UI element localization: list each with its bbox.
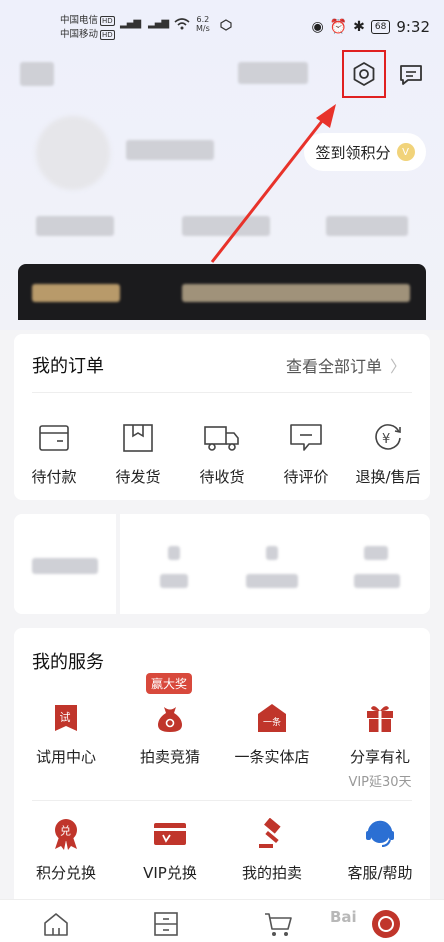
status-bar: 中国电信 HD 中国移动 HD ▂▄▆ ▂▄▆ 6.2 M/s ◉ ⏰ ✱ 68 9:… (0, 0, 444, 48)
tab-cart[interactable] (262, 908, 294, 940)
gavel-icon (252, 814, 292, 854)
message-button[interactable] (396, 60, 426, 90)
home-icon (44, 913, 68, 936)
sign-in-label: 签到领积分 (315, 143, 391, 162)
auction-bag-icon (150, 698, 190, 738)
service-customer-help[interactable]: 客服/帮助 (330, 814, 430, 883)
username (126, 140, 214, 160)
signal-icon: ▂▄▆ (148, 18, 169, 29)
asset-value (266, 546, 278, 560)
gear-icon (353, 62, 375, 86)
divider (32, 392, 412, 393)
cart-icon (265, 913, 292, 936)
alarm-icon: ⏰ (329, 19, 348, 35)
service-physical-store[interactable]: 一条 一条实体店 (222, 698, 322, 767)
store-icon: 一条 (252, 698, 292, 738)
clock: 9:32 (396, 18, 430, 36)
asset-value (364, 546, 388, 560)
status-icons: ◉ ⏰ ✱ 68 9:32 (311, 18, 430, 36)
wifi-icon (174, 18, 190, 30)
service-share-gift[interactable]: 分享有礼 VIP延30天 (330, 698, 430, 790)
win-prize-badge: 赢大奖 (146, 673, 193, 694)
vip-card-icon (150, 814, 190, 854)
bluetooth-icon: ✱ (353, 19, 365, 35)
sign-in-button[interactable]: 签到领积分 V (304, 133, 426, 171)
service-trial-center[interactable]: 试 试用中心 (16, 698, 116, 767)
bottom-tab-bar (0, 899, 444, 942)
gift-icon (360, 698, 400, 738)
asset-label[interactable] (354, 574, 400, 588)
chat-icon (400, 65, 422, 85)
tab-category[interactable] (150, 908, 182, 940)
refund-icon: ¥ (368, 418, 408, 458)
asset-label[interactable] (246, 574, 298, 588)
assets-card (14, 514, 430, 614)
divider (32, 800, 412, 801)
asset-value (168, 546, 180, 560)
stat-item[interactable] (182, 216, 270, 236)
tab-me[interactable] (370, 908, 402, 940)
service-my-auction[interactable]: 我的拍卖 (222, 814, 322, 883)
wallet-icon (34, 418, 74, 458)
services-card: 我的服务 试 试用中心 拍卖竞猜 一条 一条实体店 分享有礼 VIP延30天 兑… (14, 628, 430, 908)
shield-app-icon (220, 19, 232, 31)
banner-text (182, 284, 410, 302)
services-title: 我的服务 (32, 652, 104, 673)
asset-item[interactable] (32, 558, 98, 574)
tab-home[interactable] (40, 908, 72, 940)
order-returns[interactable]: ¥ 退换/售后 (338, 418, 438, 487)
avatar[interactable] (36, 116, 110, 190)
service-vip-exchange[interactable]: VIP兑换 (120, 814, 220, 883)
service-auction-guess[interactable]: 拍卖竞猜 (120, 698, 220, 767)
chevron-right-icon: 〉 (390, 357, 407, 376)
share-gift-subtitle: VIP延30天 (348, 775, 412, 790)
hd-badge: HD (100, 16, 115, 26)
stat-item[interactable] (36, 216, 114, 236)
svg-text:兑: 兑 (60, 824, 71, 838)
promo-banner[interactable] (18, 264, 426, 320)
carrier-info: 中国电信 HD 中国移动 HD (60, 14, 115, 42)
carrier-1: 中国电信 (60, 15, 99, 26)
comment-icon (286, 418, 326, 458)
signal-icon: ▂▄▆ (120, 18, 141, 29)
coin-icon: V (396, 143, 415, 161)
headset-icon (360, 814, 400, 854)
points-icon: 兑 (46, 814, 86, 854)
eye-icon: ◉ (311, 19, 324, 35)
service-points-exchange[interactable]: 兑 积分兑换 (16, 814, 116, 883)
truck-icon (202, 418, 242, 458)
cabinet-icon (154, 912, 178, 936)
svg-text:一条: 一条 (263, 716, 281, 728)
package-icon (118, 418, 158, 458)
banner-title (32, 284, 120, 302)
view-all-orders-link[interactable]: 查看全部订单〉 (286, 353, 406, 377)
trial-icon: 试 (46, 698, 86, 738)
orders-title: 我的订单 (32, 356, 104, 377)
orders-card: 我的订单 查看全部订单〉 待付款 待发货 待收货 待评价 ¥ 退换/售后 (14, 334, 430, 500)
asset-label[interactable] (160, 574, 188, 588)
hd-badge: HD (100, 30, 115, 40)
divider (116, 514, 120, 614)
carrier-2: 中国移动 (60, 29, 99, 40)
settings-button[interactable] (342, 50, 386, 98)
profile-icon (372, 910, 400, 938)
net-speed: 6.2 M/s (196, 15, 210, 33)
battery-icon: 68 (370, 20, 391, 34)
account-switcher[interactable] (238, 62, 308, 84)
scan-icon[interactable] (20, 62, 54, 86)
svg-text:试: 试 (60, 711, 71, 724)
watermark: Bai (330, 908, 357, 926)
svg-text:¥: ¥ (382, 432, 390, 447)
stat-item[interactable] (326, 216, 408, 236)
